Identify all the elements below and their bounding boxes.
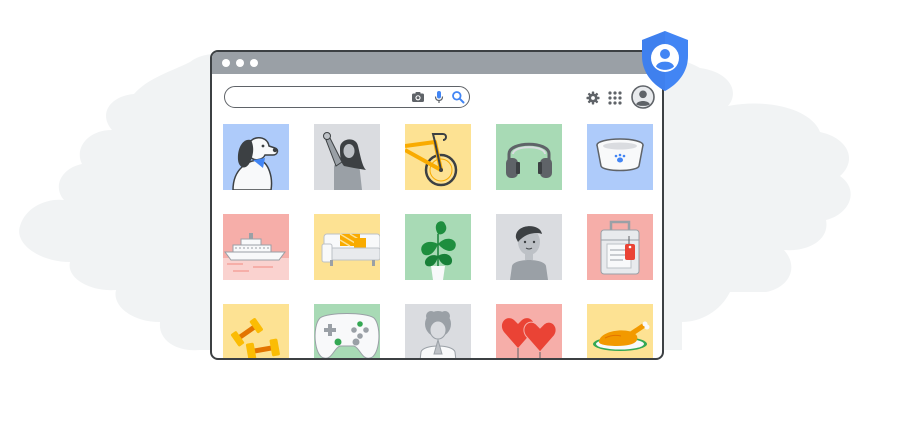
image-tile-dumbbells[interactable] <box>223 304 289 358</box>
image-tile-bicycle[interactable] <box>405 124 471 190</box>
browser-window <box>210 50 664 360</box>
potted-plant-illustration <box>421 221 456 280</box>
microphone-icon[interactable] <box>432 90 446 104</box>
roast-turkey-illustration <box>593 321 650 351</box>
search-icon[interactable] <box>451 90 465 104</box>
image-tile-hearts[interactable] <box>496 304 562 358</box>
apps-grid-icon[interactable] <box>608 91 622 105</box>
search-bar[interactable] <box>224 86 470 108</box>
dog-illustration <box>232 137 279 190</box>
image-tile-headphones[interactable] <box>496 124 562 190</box>
window-maximize-dot[interactable] <box>250 59 258 67</box>
shield-account-icon <box>642 31 688 91</box>
browser-toolbar <box>212 74 662 124</box>
hearts-illustration <box>501 318 557 358</box>
image-tile-suitcase[interactable] <box>587 214 653 280</box>
image-tile-cruise-ship[interactable] <box>223 214 289 280</box>
woman-waving-illustration <box>323 132 366 190</box>
image-tile-roast-turkey[interactable] <box>587 304 653 358</box>
window-close-dot[interactable] <box>222 59 230 67</box>
image-tile-person-praying[interactable] <box>405 304 471 358</box>
sofa-illustration <box>321 233 380 266</box>
bicycle-illustration <box>405 133 458 187</box>
browser-title-bar <box>212 52 662 74</box>
cruise-ship-illustration <box>223 233 289 280</box>
game-controller-illustration <box>314 313 380 358</box>
suitcase-illustration <box>600 220 640 275</box>
image-tile-woman-waving[interactable] <box>314 124 380 190</box>
image-tile-boy[interactable] <box>496 214 562 280</box>
image-tile-game-controller[interactable] <box>314 304 380 358</box>
window-minimize-dot[interactable] <box>236 59 244 67</box>
image-tile-dog[interactable] <box>223 124 289 190</box>
image-grid <box>212 124 662 358</box>
person-praying-illustration <box>419 311 457 358</box>
pet-bowl-illustration <box>596 138 644 172</box>
dumbbells-illustration <box>230 318 280 358</box>
camera-icon[interactable] <box>411 90 425 104</box>
headphones-illustration <box>506 142 552 178</box>
search-input[interactable] <box>235 90 409 106</box>
boy-illustration <box>510 226 548 280</box>
image-tile-sofa[interactable] <box>314 214 380 280</box>
image-tile-potted-plant[interactable] <box>405 214 471 280</box>
image-tile-pet-bowl[interactable] <box>587 124 653 190</box>
gear-icon[interactable] <box>586 91 600 105</box>
